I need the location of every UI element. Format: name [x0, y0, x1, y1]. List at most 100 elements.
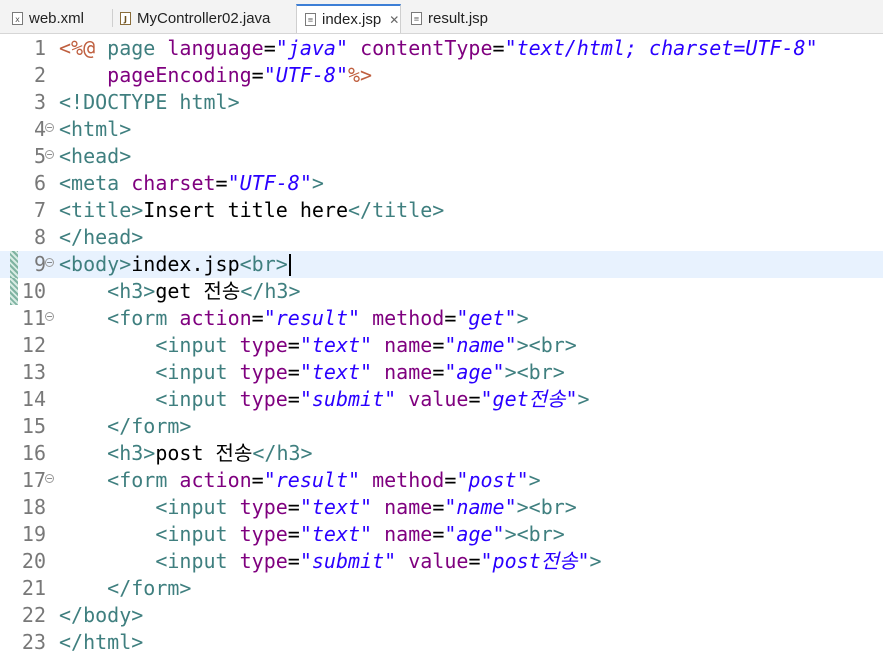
code-token: >: [528, 468, 541, 492]
code-text: </html>: [59, 629, 143, 656]
code-token: =: [251, 63, 264, 87]
code-token: =: [287, 333, 300, 357]
code-line[interactable]: 4− <html>: [0, 116, 883, 143]
code-line[interactable]: 6 <meta charset="UTF-8">: [0, 170, 883, 197]
code-line[interactable]: 1 <%@ page language="java" contentType="t…: [0, 35, 883, 62]
line-number: 17: [21, 468, 46, 492]
code-token: "java": [275, 36, 349, 60]
code-text: <head>: [59, 143, 131, 170]
code-line[interactable]: 16 <h3>post 전송</h3>: [0, 440, 883, 467]
code-token: <input: [155, 387, 240, 411]
tab-index-jsp[interactable]: ≡ index.jsp ✕: [296, 4, 401, 33]
code-text: <h3>get 전송</h3>: [59, 278, 300, 305]
code-token: type: [239, 333, 288, 357]
code-line[interactable]: 5− <head>: [0, 143, 883, 170]
line-number: 20: [21, 549, 46, 573]
code-token: =: [444, 306, 457, 330]
code-token: </html>: [59, 630, 144, 654]
fold-collapse-icon[interactable]: −: [45, 123, 54, 132]
code-text: <input type="text" name="name"><br>: [59, 332, 577, 359]
code-token: >: [577, 387, 590, 411]
code-line[interactable]: 20 <input type="submit" value="post전송">: [0, 548, 883, 575]
code-token: index.jsp: [131, 252, 240, 276]
code-token: =: [251, 468, 264, 492]
code-line[interactable]: 8 </head>: [0, 224, 883, 251]
code-token: >: [311, 171, 324, 195]
fold-collapse-icon[interactable]: −: [45, 474, 54, 483]
code-token: <input: [155, 333, 240, 357]
code-token: =: [432, 495, 445, 519]
code-token: page: [107, 36, 168, 60]
code-token: =: [468, 549, 481, 573]
code-token: <input: [155, 522, 240, 546]
code-line[interactable]: 3 <!DOCTYPE html>: [0, 89, 883, 116]
code-token: ><br>: [516, 333, 577, 357]
code-token: "text": [299, 333, 373, 357]
code-text: <form action="result" method="get">: [59, 305, 528, 332]
code-line[interactable]: 10 <h3>get 전송</h3>: [0, 278, 883, 305]
tab-mycontroller02-java[interactable]: J MyController02.java: [112, 4, 296, 33]
code-line[interactable]: 17− <form action="result" method="post">: [0, 467, 883, 494]
code-text: <input type="text" name="age"><br>: [59, 359, 564, 386]
code-line[interactable]: 2 pageEncoding="UTF-8"%>: [0, 62, 883, 89]
line-number: 10: [21, 279, 46, 303]
code-token: "get": [456, 306, 517, 330]
code-text: <body>index.jsp<br>: [59, 251, 288, 278]
change-marker: [10, 278, 18, 305]
tab-label: index.jsp: [322, 11, 382, 28]
text-caret: [289, 254, 291, 276]
code-line[interactable]: 11− <form action="result" method="get">: [0, 305, 883, 332]
code-line[interactable]: 21 </form>: [0, 575, 883, 602]
code-token: type: [239, 522, 288, 546]
tab-result-jsp[interactable]: ≡ result.jsp: [403, 4, 503, 33]
code-token: </h3>: [252, 441, 313, 465]
fold-collapse-icon[interactable]: −: [45, 312, 54, 321]
code-token: value: [408, 549, 469, 573]
line-number: 9: [33, 252, 46, 276]
code-line[interactable]: 19 <input type="text" name="age"><br>: [0, 521, 883, 548]
code-text: <!DOCTYPE html>: [59, 89, 240, 116]
fold-collapse-icon[interactable]: −: [45, 258, 54, 267]
code-line[interactable]: 13 <input type="text" name="age"><br>: [0, 359, 883, 386]
code-token: =: [468, 387, 481, 411]
code-token: <input: [155, 360, 240, 384]
code-token: =: [287, 387, 300, 411]
code-token: type: [239, 549, 288, 573]
code-line[interactable]: 14 <input type="submit" value="get전송">: [0, 386, 883, 413]
close-icon[interactable]: ✕: [389, 13, 399, 27]
editor-tab-bar: x web.xml J MyController02.java ≡ index.…: [0, 0, 883, 34]
code-token: =: [287, 549, 300, 573]
code-token: "name": [444, 333, 517, 357]
jsp-file-icon: ≡: [305, 13, 316, 26]
code-token: =: [287, 360, 300, 384]
fold-collapse-icon[interactable]: −: [45, 150, 54, 159]
code-line[interactable]: 9− <body>index.jsp<br>: [0, 251, 883, 278]
line-number: 4: [33, 117, 46, 141]
line-number: 12: [21, 333, 46, 357]
tab-web-xml[interactable]: x web.xml: [4, 4, 112, 33]
code-text: <input type="submit" value="post전송">: [59, 548, 601, 575]
code-line[interactable]: 18 <input type="text" name="name"><br>: [0, 494, 883, 521]
code-editor[interactable]: 1 <%@ page language="java" contentType="t…: [0, 34, 883, 657]
code-line[interactable]: 12 <input type="text" name="name"><br>: [0, 332, 883, 359]
code-token: <h3>: [107, 279, 156, 303]
code-token: <input: [155, 549, 240, 573]
code-token: %>: [348, 63, 373, 87]
line-number: 6: [33, 171, 46, 195]
code-token: action: [179, 468, 252, 492]
code-token: <form: [107, 468, 180, 492]
code-line[interactable]: 7 <title>Insert title here</title>: [0, 197, 883, 224]
code-line[interactable]: 15 </form>: [0, 413, 883, 440]
code-token: <h3>: [107, 441, 156, 465]
code-line[interactable]: 22 </body>: [0, 602, 883, 629]
code-line[interactable]: 23 </html>: [0, 629, 883, 656]
code-token: "UTF-8": [263, 63, 349, 87]
